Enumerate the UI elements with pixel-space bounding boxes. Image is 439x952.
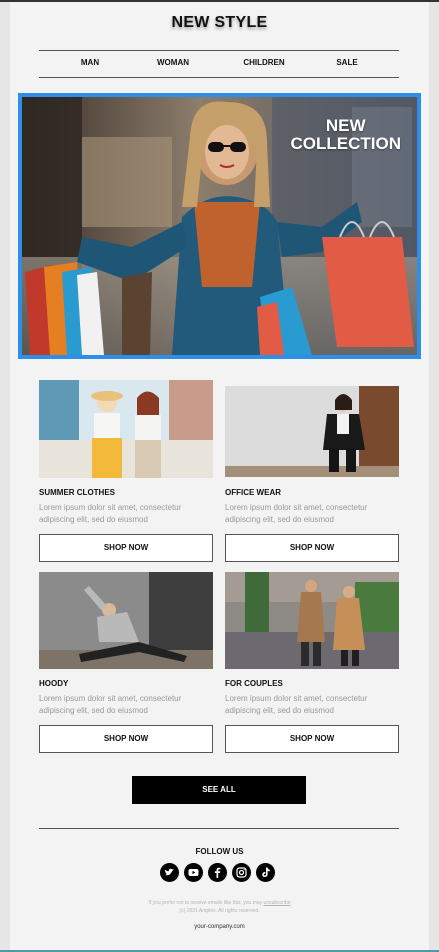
social-links — [160, 863, 280, 882]
product-title: OFFICE WEAR — [225, 488, 281, 497]
notice-text: If you prefer not to receive emails like… — [148, 900, 263, 906]
nav-item-man[interactable]: MAN — [81, 58, 99, 67]
product-description: Lorem ipsum dolor sit amet, consectetur … — [225, 694, 368, 715]
youtube-icon[interactable] — [184, 863, 203, 882]
twitter-icon[interactable] — [160, 863, 179, 882]
product-description: Lorem ipsum dolor sit amet, consectetur … — [39, 694, 182, 715]
divider — [39, 828, 399, 829]
follow-us-heading: FOLLOW US — [195, 847, 244, 856]
product-image[interactable] — [39, 572, 213, 669]
product-image[interactable] — [225, 386, 399, 477]
divider — [39, 77, 399, 78]
hero-title-line1: NEW — [325, 116, 366, 135]
product-title: FOR COUPLES — [225, 679, 283, 688]
facebook-icon[interactable] — [208, 863, 227, 882]
product-image[interactable] — [39, 380, 213, 478]
unsubscribe-link[interactable]: unsubscribe — [264, 900, 291, 906]
copyright: (c) 2021 Amplex. All rights reserved. — [179, 908, 260, 914]
product-description: Lorem ipsum dolor sit amet, consectetur … — [39, 503, 182, 524]
nav-item-children[interactable]: CHILDREN — [243, 58, 284, 67]
hero-title: NEW COLLECTION — [291, 117, 402, 153]
shop-now-button[interactable]: SHOP NOW — [225, 534, 399, 562]
product-image[interactable] — [225, 572, 399, 669]
product-card-for-couples: FOR COUPLES Lorem ipsum dolor sit amet, … — [225, 572, 399, 753]
shop-now-button[interactable]: SHOP NOW — [225, 725, 399, 753]
divider — [39, 50, 399, 51]
unsubscribe-notice: If you prefer not to receive emails like… — [10, 899, 429, 907]
hero-banner[interactable]: NEW COLLECTION — [18, 93, 421, 359]
product-card-summer-clothes: SUMMER CLOTHES Lorem ipsum dolor sit ame… — [39, 378, 213, 563]
product-card-hoody: HOODY Lorem ipsum dolor sit amet, consec… — [39, 572, 213, 753]
shop-now-button[interactable]: SHOP NOW — [39, 534, 213, 562]
hero-title-line2: COLLECTION — [290, 134, 402, 153]
product-card-office-wear: OFFICE WEAR Lorem ipsum dolor sit amet, … — [225, 378, 399, 563]
email-template: NEW STYLE MAN WOMAN CHILDREN SALE NEW CO… — [10, 2, 429, 950]
product-description: Lorem ipsum dolor sit amet, consectetur … — [225, 503, 368, 524]
main-nav: MAN WOMAN CHILDREN SALE — [39, 58, 399, 72]
nav-item-woman[interactable]: WOMAN — [157, 58, 189, 67]
tiktok-icon[interactable] — [256, 863, 275, 882]
instagram-icon[interactable] — [232, 863, 251, 882]
company-domain-link[interactable]: your-company.com — [10, 924, 429, 930]
shop-now-button[interactable]: SHOP NOW — [39, 725, 213, 753]
see-all-button[interactable]: SEE ALL — [132, 776, 306, 804]
product-title: HOODY — [39, 679, 69, 688]
product-title: SUMMER CLOTHES — [39, 488, 115, 497]
brand-title: NEW STYLE — [171, 14, 268, 31]
nav-item-sale[interactable]: SALE — [336, 58, 357, 67]
